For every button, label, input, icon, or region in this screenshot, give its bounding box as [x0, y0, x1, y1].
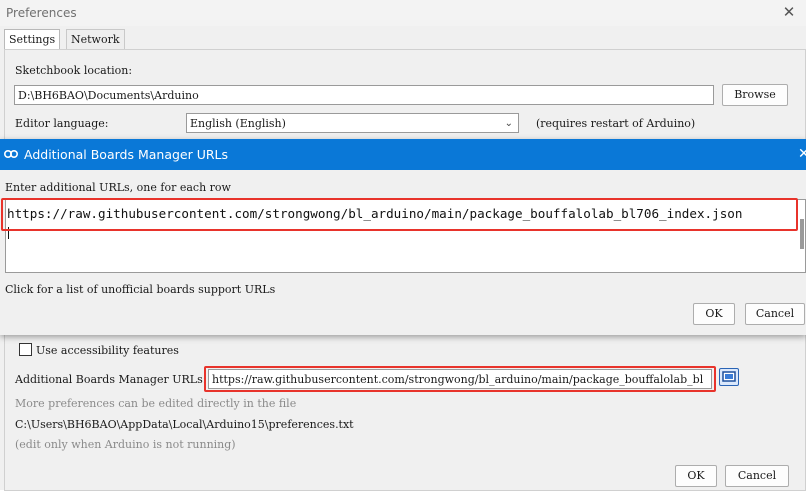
more-prefs-note: More preferences can be edited directly …: [15, 397, 297, 410]
browse-button[interactable]: Browse: [722, 84, 788, 106]
edit-urls-icon[interactable]: [719, 368, 739, 386]
dialog-cancel-button[interactable]: Cancel: [745, 303, 805, 325]
boards-urls-dialog: Additional Boards Manager URLs ✕ Enter a…: [0, 139, 806, 335]
url-highlight: [1, 198, 798, 231]
tab-network[interactable]: Network: [66, 29, 125, 49]
dialog-title: Additional Boards Manager URLs: [24, 147, 229, 162]
editor-language-label: Editor language:: [15, 117, 109, 130]
accessibility-label: Use accessibility features: [36, 344, 179, 357]
edit-note: (edit only when Arduino is not running): [15, 438, 236, 451]
chevron-down-icon: ⌄: [504, 118, 513, 129]
textarea-scrollbar[interactable]: [800, 219, 804, 249]
close-icon[interactable]: ✕: [780, 3, 798, 21]
window-title: Preferences: [6, 6, 77, 20]
sketchbook-label: Sketchbook location:: [15, 64, 133, 77]
editor-language-value: English (English): [190, 117, 286, 130]
ok-button[interactable]: OK: [675, 465, 717, 487]
arduino-logo-icon: [3, 148, 19, 160]
editor-language-select[interactable]: English (English) ⌄: [186, 113, 519, 133]
preferences-path[interactable]: C:\Users\BH6BAO\AppData\Local\Arduino15\…: [15, 418, 354, 431]
dialog-instruction: Enter additional URLs, one for each row: [5, 181, 231, 194]
sketchbook-location-input[interactable]: D:\BH6BAO\Documents\Arduino: [14, 85, 714, 105]
tab-settings[interactable]: Settings: [4, 29, 61, 50]
preferences-titlebar: [0, 0, 806, 26]
accessibility-checkbox[interactable]: [19, 343, 32, 356]
boards-url-label: Additional Boards Manager URLs:: [15, 373, 207, 386]
url-field-highlight: [204, 366, 716, 392]
restart-note: (requires restart of Arduino): [536, 117, 696, 130]
dialog-close-icon[interactable]: ✕: [798, 146, 806, 162]
unofficial-boards-link[interactable]: Click for a list of unofficial boards su…: [5, 283, 275, 296]
dialog-ok-button[interactable]: OK: [693, 303, 735, 325]
cancel-button[interactable]: Cancel: [725, 465, 789, 487]
